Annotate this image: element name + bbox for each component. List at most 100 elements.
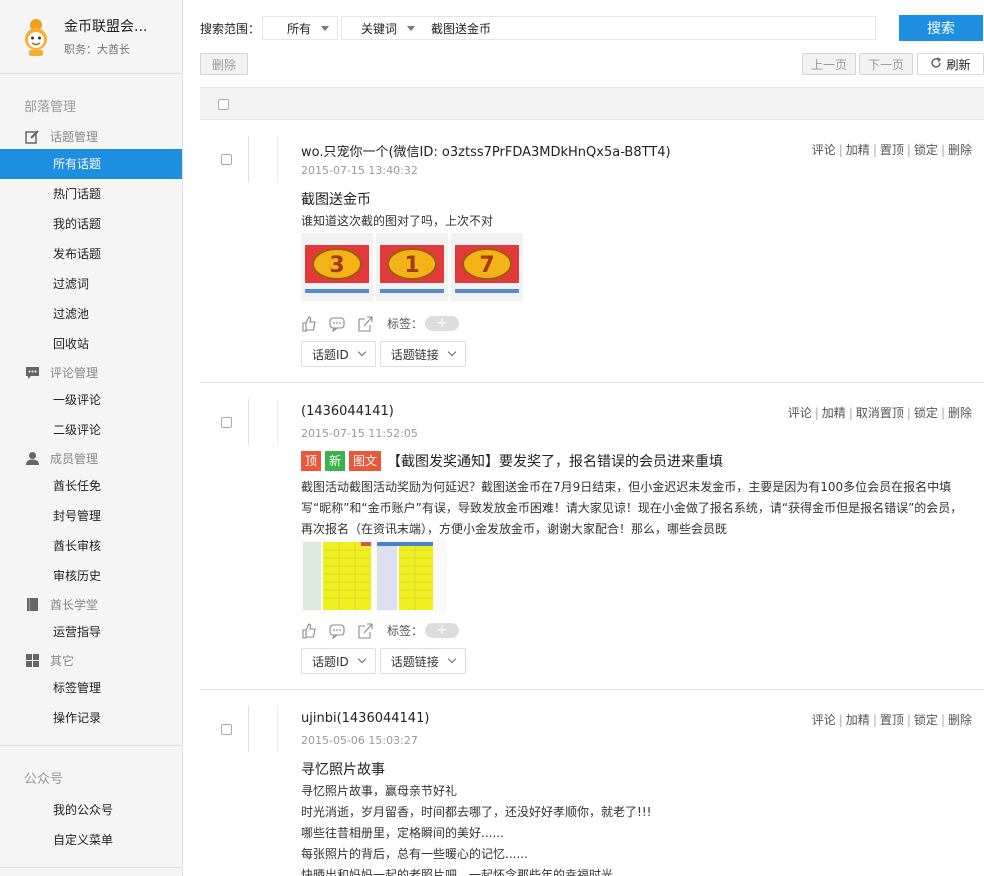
sidebar-item-recycle[interactable]: 回收站: [0, 329, 182, 359]
post-image-3[interactable]: 7: [451, 233, 523, 304]
author-avatar: [248, 399, 278, 445]
sidebar-item-custom-menu[interactable]: 自定义菜单: [0, 825, 182, 855]
search-input[interactable]: 截图送金币: [423, 16, 877, 40]
sidebar-item-chief-review[interactable]: 酋长审核: [0, 531, 182, 561]
book-icon: [25, 597, 40, 612]
like-icon[interactable]: [301, 622, 317, 639]
action-feature[interactable]: 加精: [822, 406, 846, 420]
action-delete[interactable]: 删除: [948, 143, 972, 157]
topic-row: ujinbi(1436044141) 2015-05-06 15:03:27 评…: [200, 691, 984, 876]
group-school-label: 酋长学堂: [50, 597, 99, 612]
next-page-button[interactable]: 下一页: [859, 53, 913, 75]
action-unpin[interactable]: 取消置顶: [856, 406, 904, 420]
action-lock[interactable]: 锁定: [914, 406, 938, 420]
tag-label: 标签：: [387, 317, 424, 331]
post-actions: 评论 | 加精 | 置顶 | 锁定 | 删除: [811, 143, 972, 157]
action-comment[interactable]: 评论: [812, 713, 836, 727]
sidebar-item-my-topics[interactable]: 我的话题: [0, 209, 182, 239]
topic-id-label: 话题ID: [312, 654, 349, 669]
section-official-account: 公众号: [24, 772, 64, 787]
post-title[interactable]: 【截图发奖通知】要发奖了，报名错误的会员进来重填: [387, 451, 723, 471]
post-title[interactable]: 截图送金币: [301, 189, 371, 209]
chevron-down-icon: [447, 347, 457, 357]
topic-id-dropdown[interactable]: 话题ID: [301, 341, 376, 367]
sidebar-item-ops-guide[interactable]: 运营指导: [0, 617, 182, 647]
topic-id-dropdown[interactable]: 话题ID: [301, 648, 376, 674]
org-name: 金币联盟会...: [64, 19, 148, 35]
avatar: [20, 17, 52, 57]
badge-new: 新: [325, 451, 346, 471]
post-body: 谁知道这次截的图对了吗，上次不对: [301, 214, 494, 228]
add-tag-button[interactable]: +: [425, 623, 460, 638]
action-pin[interactable]: 置顶: [880, 143, 904, 157]
sidebar-divider-bottom: [0, 867, 182, 868]
sidebar-item-hot-topics[interactable]: 热门话题: [0, 179, 182, 209]
prev-page-button[interactable]: 上一页: [802, 53, 856, 75]
sidebar-item-op-log[interactable]: 操作记录: [0, 703, 182, 733]
sidebar-item-all-topics[interactable]: 所有话题: [0, 149, 182, 179]
sidebar: 金币联盟会... 职务：大酋长 部落管理 话题管理 所有话题 热门话题 我的话题…: [0, 0, 183, 876]
chevron-down-icon: [357, 654, 367, 664]
refresh-button[interactable]: 刷新: [917, 53, 984, 75]
topic-link-dropdown[interactable]: 话题链接: [379, 648, 466, 674]
sidebar-item-tag-manage[interactable]: 标签管理: [0, 673, 182, 703]
add-tag-button[interactable]: +: [425, 316, 460, 331]
scope-select[interactable]: 所有: [262, 16, 339, 40]
search-button[interactable]: 搜索: [899, 15, 983, 41]
scope-value: 所有: [287, 21, 312, 36]
post-author[interactable]: (1436044141): [301, 404, 394, 419]
row-checkbox[interactable]: [221, 724, 232, 735]
action-delete[interactable]: 删除: [948, 406, 972, 420]
post-author[interactable]: ujinbi(1436044141): [301, 711, 429, 726]
post-image-1[interactable]: [301, 540, 373, 615]
topic-link-dropdown[interactable]: 话题链接: [379, 341, 466, 367]
action-lock[interactable]: 锁定: [914, 143, 938, 157]
delete-button[interactable]: 删除: [200, 53, 248, 75]
sidebar-item-ban-manage[interactable]: 封号管理: [0, 501, 182, 531]
group-other-label: 其它: [50, 653, 75, 668]
sidebar-item-filter-pool[interactable]: 过滤池: [0, 299, 182, 329]
group-members: 成员管理: [0, 445, 182, 471]
search-bar: 搜索范围： 所有 关键词 截图送金币 搜索: [200, 15, 984, 41]
post-actions: 评论 | 加精 | 取消置顶 | 锁定 | 删除: [787, 406, 972, 420]
post-author[interactable]: wo.只宠你一个(微信ID: o3ztss7PrFDA3MDkHnQx5a-B8…: [301, 141, 671, 160]
group-other: 其它: [0, 647, 182, 673]
post-date: 2015-05-06 15:03:27: [301, 734, 418, 747]
share-icon[interactable]: [357, 622, 373, 639]
sidebar-item-level2-comments[interactable]: 二级评论: [0, 415, 182, 445]
post-image-2[interactable]: [375, 540, 447, 615]
comment-icon[interactable]: [329, 316, 345, 332]
type-select[interactable]: 关键词: [341, 16, 424, 40]
action-comment[interactable]: 评论: [788, 406, 812, 420]
share-icon[interactable]: [357, 315, 373, 332]
post-image-number: 7: [479, 253, 494, 278]
comment-icon[interactable]: [329, 623, 345, 639]
post-body: 截图活动截图活动奖励为何延迟？截图送金币在7月9日结束，但小金迟迟未发金币，主要…: [301, 480, 963, 536]
row-checkbox[interactable]: [221, 154, 232, 165]
action-delete[interactable]: 删除: [948, 713, 972, 727]
post-body-line: 快晒出和妈妈一起的老照片吧，一起怀念那些年的幸福时光: [301, 868, 614, 876]
post-image-2[interactable]: 1: [376, 233, 448, 304]
post-title[interactable]: 寻忆照片故事: [301, 759, 385, 779]
chevron-down-icon: [357, 347, 367, 357]
row-checkbox[interactable]: [221, 417, 232, 428]
sidebar-item-chief-appoint[interactable]: 酋长任免: [0, 471, 182, 501]
action-comment[interactable]: 评论: [812, 143, 836, 157]
group-comments-label: 评论管理: [50, 365, 99, 380]
sidebar-item-my-official[interactable]: 我的公众号: [0, 795, 182, 825]
post-image-1[interactable]: 3: [301, 233, 373, 304]
action-feature[interactable]: 加精: [846, 713, 870, 727]
action-feature[interactable]: 加精: [846, 143, 870, 157]
like-icon[interactable]: [301, 315, 317, 332]
action-lock[interactable]: 锁定: [914, 713, 938, 727]
post-icons: 标签： +: [301, 622, 460, 639]
action-pin[interactable]: 置顶: [880, 713, 904, 727]
sidebar-item-review-history[interactable]: 审核历史: [0, 561, 182, 591]
edit-icon: [25, 129, 40, 144]
sidebar-item-level1-comments[interactable]: 一级评论: [0, 385, 182, 415]
select-all-checkbox[interactable]: [218, 99, 229, 110]
sidebar-item-publish-topic[interactable]: 发布话题: [0, 239, 182, 269]
tag-label: 标签：: [387, 624, 424, 638]
sidebar-item-filter-words[interactable]: 过滤词: [0, 269, 182, 299]
post-body-line: 时光消逝，岁月留香，时间都去哪了，还没好好孝顺你，就老了!!!: [301, 805, 652, 819]
